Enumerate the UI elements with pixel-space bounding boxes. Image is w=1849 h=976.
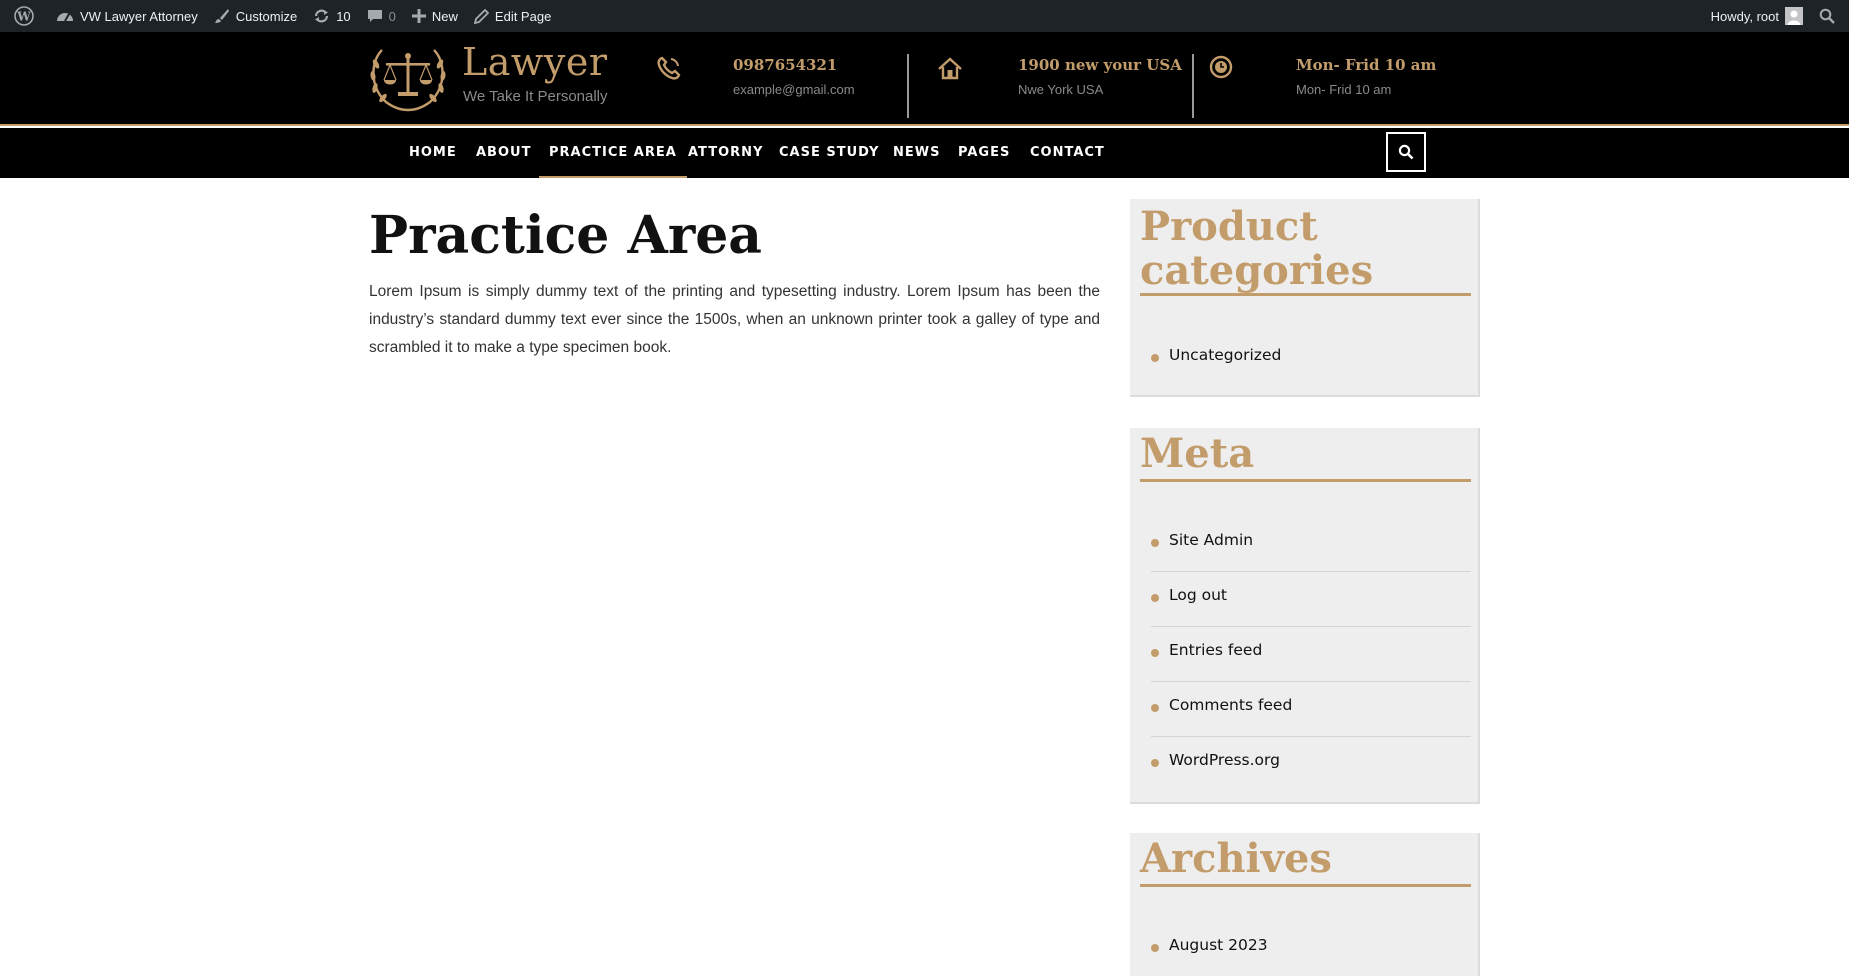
archive-link[interactable]: August 2023 <box>1169 936 1268 954</box>
updates-count: 10 <box>336 8 351 24</box>
site-name-link[interactable]: VW Lawyer Attorney <box>48 0 206 32</box>
bullet-dot <box>1151 539 1159 547</box>
comments-count: 0 <box>388 8 396 24</box>
nav-contact[interactable]: CONTACT <box>1030 128 1105 178</box>
bullet-dot <box>1151 704 1159 712</box>
clock-icon <box>1209 55 1233 79</box>
page-body-text: Lorem Ipsum is simply dummy text of the … <box>369 283 1100 356</box>
archive-item[interactable]: August 2023 <box>1151 922 1471 976</box>
edit-page-link[interactable]: Edit Page <box>466 0 559 32</box>
header-divider-2 <box>1192 54 1194 118</box>
nav-practice-area[interactable]: PRACTICE AREA <box>539 128 687 178</box>
edit-page-label: Edit Page <box>494 8 552 24</box>
header-hours: Mon- Frid 10 am <box>1296 56 1437 74</box>
site-title[interactable]: Lawyer <box>462 40 608 84</box>
bullet-dot <box>1151 759 1159 767</box>
brush-icon <box>214 9 229 23</box>
site-header: Lawyer We Take It Personally 0987654321 … <box>0 32 1849 126</box>
main-navigation: HOME ABOUT PRACTICE AREA ATTORNY CASE ST… <box>0 128 1849 178</box>
meta-item-wordpress-org[interactable]: WordPress.org <box>1151 737 1471 792</box>
bullet-dot <box>1151 594 1159 602</box>
widget-title-archives: Archives <box>1140 835 1332 882</box>
header-search-button[interactable] <box>1386 132 1426 172</box>
howdy-label: Howdy, root <box>1710 8 1779 24</box>
bullet-dot <box>1151 354 1159 362</box>
adminbar-search-button[interactable] <box>1811 0 1843 32</box>
header-email[interactable]: example@gmail.com <box>733 82 855 97</box>
meta-link-wordpress-org[interactable]: WordPress.org <box>1169 751 1280 769</box>
header-hours-sub: Mon- Frid 10 am <box>1296 82 1392 97</box>
scales-of-justice-icon[interactable] <box>366 42 450 112</box>
category-link[interactable]: Uncategorized <box>1169 346 1281 364</box>
bullet-dot <box>1151 944 1159 952</box>
widget-archives: Archives August 2023 <box>1130 833 1480 976</box>
avatar-icon <box>1785 7 1803 25</box>
customize-label: Customize <box>235 8 298 24</box>
widget-product-categories: Product categories Uncategorized <box>1130 199 1480 397</box>
widget-title-underline <box>1140 884 1471 887</box>
nav-pages[interactable]: PAGES <box>958 128 1010 178</box>
comment-icon <box>367 10 382 22</box>
nav-attorny[interactable]: ATTORNY <box>688 128 763 178</box>
header-phone[interactable]: 0987654321 <box>733 56 837 74</box>
widget-title-meta: Meta <box>1140 430 1255 477</box>
widget-title-underline <box>1140 479 1471 482</box>
page-title: Practice Area <box>369 205 762 266</box>
nav-about[interactable]: ABOUT <box>476 128 531 178</box>
pencil-icon <box>473 8 489 24</box>
meta-item-log-out[interactable]: Log out <box>1151 572 1471 627</box>
meta-link-site-admin[interactable]: Site Admin <box>1169 531 1253 549</box>
svg-text:W: W <box>16 10 31 24</box>
header-address-sub: Nwe York USA <box>1018 82 1104 97</box>
nav-news[interactable]: NEWS <box>893 128 940 178</box>
meta-item-site-admin[interactable]: Site Admin <box>1151 517 1471 572</box>
admin-bar: W VW Lawyer Attorney Customize 10 0 New … <box>0 0 1849 32</box>
home-icon <box>938 57 962 80</box>
new-label: New <box>431 8 458 24</box>
bullet-dot <box>1151 649 1159 657</box>
wordpress-menu[interactable]: W <box>6 0 48 32</box>
meta-item-comments-feed[interactable]: Comments feed <box>1151 682 1471 737</box>
search-icon <box>1398 144 1414 160</box>
widget-title-product-categories: Product categories <box>1140 203 1374 294</box>
meta-item-entries-feed[interactable]: Entries feed <box>1151 627 1471 682</box>
meta-link-comments-feed[interactable]: Comments feed <box>1169 696 1292 714</box>
new-content-link[interactable]: New <box>404 0 466 32</box>
site-name-label: VW Lawyer Attorney <box>80 8 198 24</box>
account-menu[interactable]: Howdy, root <box>1703 0 1811 32</box>
dashboard-icon <box>57 13 73 22</box>
header-divider-1 <box>907 54 909 118</box>
customize-link[interactable]: Customize <box>206 0 305 32</box>
search-icon <box>1819 8 1835 24</box>
meta-link-entries-feed[interactable]: Entries feed <box>1169 641 1262 659</box>
phone-icon <box>657 56 681 80</box>
meta-link-log-out[interactable]: Log out <box>1169 586 1227 604</box>
category-item[interactable]: Uncategorized <box>1151 332 1471 387</box>
header-address: 1900 new your USA <box>1018 56 1182 74</box>
widget-title-underline <box>1140 293 1471 296</box>
plus-icon <box>411 9 426 23</box>
wordpress-icon: W <box>14 6 34 26</box>
refresh-icon <box>315 9 329 23</box>
nav-case-study[interactable]: CASE STUDY <box>779 128 879 178</box>
updates-link[interactable]: 10 <box>305 0 358 32</box>
widget-meta: Meta Site Admin Log out Entries feed Com… <box>1130 428 1480 804</box>
comments-link[interactable]: 0 <box>359 0 404 32</box>
site-tagline: We Take It Personally <box>463 88 608 105</box>
nav-home[interactable]: HOME <box>409 128 457 178</box>
